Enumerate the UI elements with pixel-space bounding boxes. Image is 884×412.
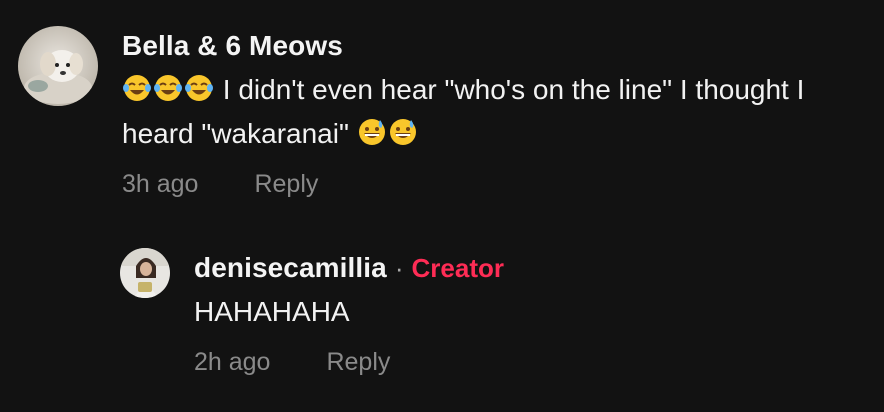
reply-comment: denisecamillia · Creator HAHAHAHA 2h ago… [120, 248, 860, 377]
username[interactable]: Bella & 6 Meows [122, 30, 343, 62]
reply-body: denisecamillia · Creator HAHAHAHA 2h ago… [194, 248, 860, 377]
comment-text: I didn't even hear "who's on the line" I… [122, 68, 878, 156]
grinning-face-with-sweat-icon [388, 117, 418, 147]
username[interactable]: denisecamillia [194, 252, 387, 284]
face-with-tears-of-joy-icon [184, 73, 214, 103]
reply-text: HAHAHAHA [194, 296, 350, 327]
comment-text-content: I didn't even hear "who's on the line" I… [122, 74, 805, 149]
comment: Bella & 6 Meows I didn't even hear "who'… [18, 26, 878, 199]
grinning-face-with-sweat-icon [357, 117, 387, 147]
creator-badge: Creator [411, 252, 504, 283]
reply-button[interactable]: Reply [254, 170, 318, 199]
avatar[interactable] [18, 26, 98, 106]
timestamp: 3h ago [122, 170, 199, 198]
comment-meta: 3h ago Reply [122, 170, 878, 199]
timestamp: 2h ago [194, 348, 271, 376]
reply-meta: 2h ago Reply [194, 348, 860, 377]
face-with-tears-of-joy-icon [153, 73, 183, 103]
face-with-tears-of-joy-icon [122, 73, 152, 103]
reply-button[interactable]: Reply [326, 348, 390, 377]
separator-dot: · [394, 252, 404, 283]
avatar[interactable] [120, 248, 170, 298]
comment-body: Bella & 6 Meows I didn't even hear "who'… [122, 26, 878, 199]
